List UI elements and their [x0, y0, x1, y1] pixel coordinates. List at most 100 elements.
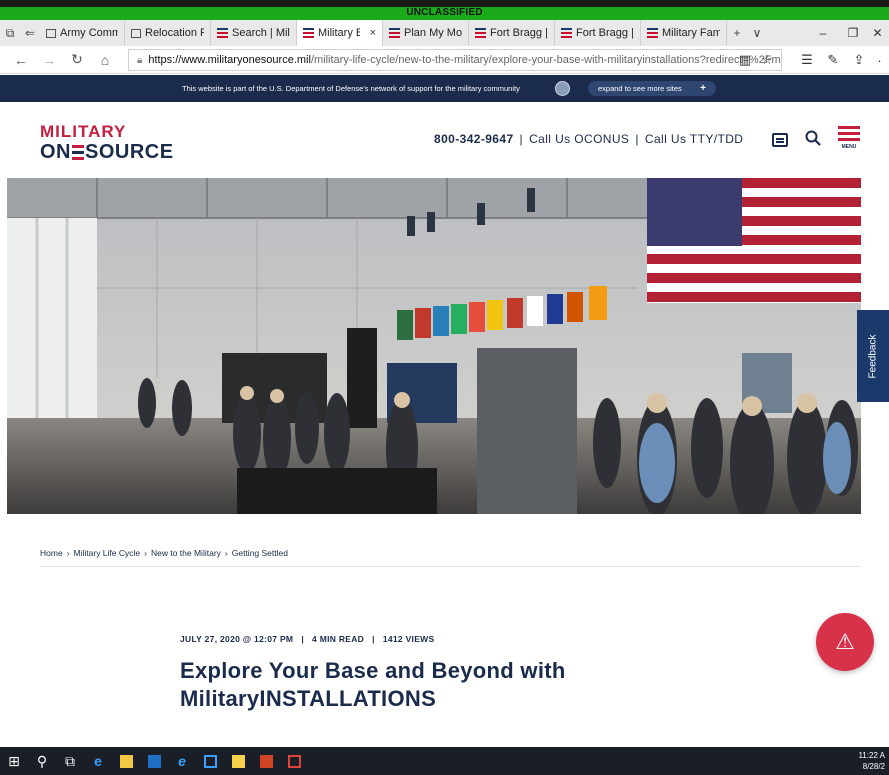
file-explorer-icon[interactable] — [112, 747, 140, 775]
dod-seal-icon — [555, 81, 570, 96]
military-onesource-icon — [475, 28, 486, 38]
call-oconus-link[interactable]: Call Us OCONUS — [529, 132, 629, 146]
address-bar-row: ← → ↻ ⌂ 🔒︎ https://www.militaryonesource… — [0, 46, 889, 74]
url-path: /military-life-cycle/new-to-the-military… — [310, 54, 782, 66]
breadcrumb-home[interactable]: Home — [40, 548, 63, 558]
military-onesource-icon — [217, 28, 228, 38]
browser-tab[interactable]: Fort Bragg | C — [555, 20, 641, 46]
edge-browser-icon[interactable]: e — [84, 747, 112, 775]
refresh-icon[interactable]: ↻ — [64, 46, 90, 74]
breadcrumb-military-life-cycle[interactable]: Military Life Cycle — [74, 548, 141, 558]
tab-label: Military Famil — [662, 27, 720, 39]
logo-source-text: SOURCE — [85, 141, 174, 163]
logo-flag-icon — [72, 145, 84, 160]
browser-tab-bar: ⧉ ⇐ Army Commu Relocation Re Search | Mi… — [0, 20, 889, 46]
share-icon[interactable]: ⇪ — [848, 46, 870, 74]
chat-icon[interactable] — [772, 133, 788, 147]
search-icon[interactable] — [805, 130, 821, 151]
menu-button[interactable]: MENU — [838, 126, 860, 150]
url-input[interactable]: 🔒︎ https://www.militaryonesource.mil /mi… — [128, 49, 782, 71]
military-onesource-icon — [647, 28, 658, 38]
tab-actions-icon[interactable]: ⧉ — [0, 20, 20, 46]
menu-label: MENU — [841, 144, 857, 150]
tab-label: Army Commu — [60, 27, 118, 39]
favorite-star-icon[interactable]: ☆ — [756, 46, 778, 74]
feedback-tab[interactable]: Feedback — [857, 310, 889, 402]
logo-military[interactable]: MILITARY — [40, 122, 126, 142]
clock-date: 8/28/2 — [862, 762, 885, 771]
dod-network-bar: This website is part of the U.S. Departm… — [0, 75, 889, 102]
chevron-right-icon: › — [66, 548, 70, 558]
tab-label: Fort Bragg | C — [576, 27, 634, 39]
reading-view-icon[interactable]: ▥ — [734, 46, 756, 74]
article-read-time: 4 MIN READ — [312, 634, 365, 644]
logo-onesource[interactable]: ON SOURCE — [40, 141, 174, 164]
lock-icon: 🔒︎ — [137, 54, 143, 66]
page-icon — [131, 28, 141, 38]
browser-tab[interactable]: Search | Milit — [211, 20, 297, 46]
military-onesource-icon — [389, 28, 400, 38]
search-icon[interactable]: ⚲ — [28, 747, 56, 775]
military-onesource-icon — [303, 28, 314, 38]
sticky-notes-icon[interactable] — [224, 747, 252, 775]
header-contact-links: 800-342-9647 | Call Us OCONUS | Call Us … — [434, 132, 743, 146]
tab-label: Fort Bragg | S — [490, 27, 548, 39]
page-icon — [46, 28, 56, 38]
acrobat-icon[interactable] — [280, 747, 308, 775]
browser-tab[interactable]: Military Famil — [641, 20, 727, 46]
phone-link[interactable]: 800-342-9647 — [434, 132, 514, 146]
browser-tab[interactable]: Army Commu — [40, 20, 125, 46]
back-arrow-icon[interactable]: ← — [8, 46, 34, 74]
feedback-label: Feedback — [867, 334, 879, 378]
favorites-list-icon[interactable]: ☰ — [796, 46, 818, 74]
forward-arrow-icon[interactable]: → — [36, 46, 62, 74]
page-title: Explore Your Base and Beyond with Milita… — [180, 658, 566, 711]
taskbar-clock[interactable]: 11:22 A 8/28/2 — [858, 750, 885, 772]
breadcrumb-getting-settled[interactable]: Getting Settled — [232, 548, 288, 558]
classification-label: UNCLASSIFIED — [406, 7, 483, 18]
separator: | — [372, 634, 375, 644]
site-header: MILITARY ON SOURCE 800-342-9647 | Call U… — [0, 102, 889, 178]
browser-tab[interactable]: Plan My Move — [383, 20, 469, 46]
windows-start-icon[interactable]: ⊞ — [0, 747, 28, 775]
internet-explorer-icon[interactable]: e — [168, 747, 196, 775]
pen-icon[interactable]: ✎ — [822, 46, 844, 74]
breadcrumb-divider — [40, 566, 860, 567]
military-onesource-icon — [561, 28, 572, 38]
expand-sites-button[interactable]: expand to see more sites + — [588, 81, 716, 96]
breadcrumb-new-to-military[interactable]: New to the Military — [151, 548, 221, 558]
browser-tab[interactable]: Relocation Re — [125, 20, 211, 46]
tabs-aside-icon[interactable]: ⇐ — [20, 20, 40, 46]
logo-one-text: ON — [40, 141, 71, 163]
chevron-right-icon: › — [144, 548, 147, 558]
separator: | — [635, 132, 639, 146]
hero-image — [7, 178, 861, 514]
breadcrumb: Home › Military Life Cycle › New to the … — [40, 548, 288, 558]
more-icon[interactable]: · — [870, 46, 889, 74]
minimize-icon[interactable]: – — [808, 20, 838, 46]
browser-tab[interactable]: Fort Bragg | S — [469, 20, 555, 46]
warning-icon: ⚠ — [835, 629, 855, 654]
new-tab-button[interactable]: + — [727, 20, 747, 46]
windows-taskbar: ⊞ ⚲ ⧉ e e 11:22 A 8/28/2 — [0, 747, 889, 775]
tab-label: Plan My Move — [404, 27, 462, 39]
call-tty-link[interactable]: Call Us TTY/TDD — [645, 132, 743, 146]
outlook-icon[interactable] — [140, 747, 168, 775]
article-meta: JULY 27, 2020 @ 12:07 PM | 4 MIN READ | … — [180, 634, 434, 644]
expand-sites-label: expand to see more sites — [598, 84, 682, 93]
task-view-icon[interactable]: ⧉ — [56, 747, 84, 775]
tab-label: Search | Milit — [232, 27, 290, 39]
alert-button[interactable]: ⚠ — [816, 613, 874, 671]
app-window-icon[interactable] — [196, 747, 224, 775]
separator: | — [519, 132, 524, 146]
browser-tab-active[interactable]: Military B × — [297, 20, 383, 46]
home-icon[interactable]: ⌂ — [92, 46, 118, 74]
restore-icon[interactable]: ❐ — [838, 20, 868, 46]
tab-label: Military B — [318, 27, 360, 39]
clock-time: 11:22 A — [858, 751, 885, 760]
plus-icon: + — [700, 83, 706, 94]
close-window-icon[interactable]: ✕ — [866, 20, 889, 46]
powerpoint-icon[interactable] — [252, 747, 280, 775]
tab-list-chevron-icon[interactable]: ∨ — [747, 20, 767, 46]
close-tab-icon[interactable]: × — [370, 27, 376, 39]
